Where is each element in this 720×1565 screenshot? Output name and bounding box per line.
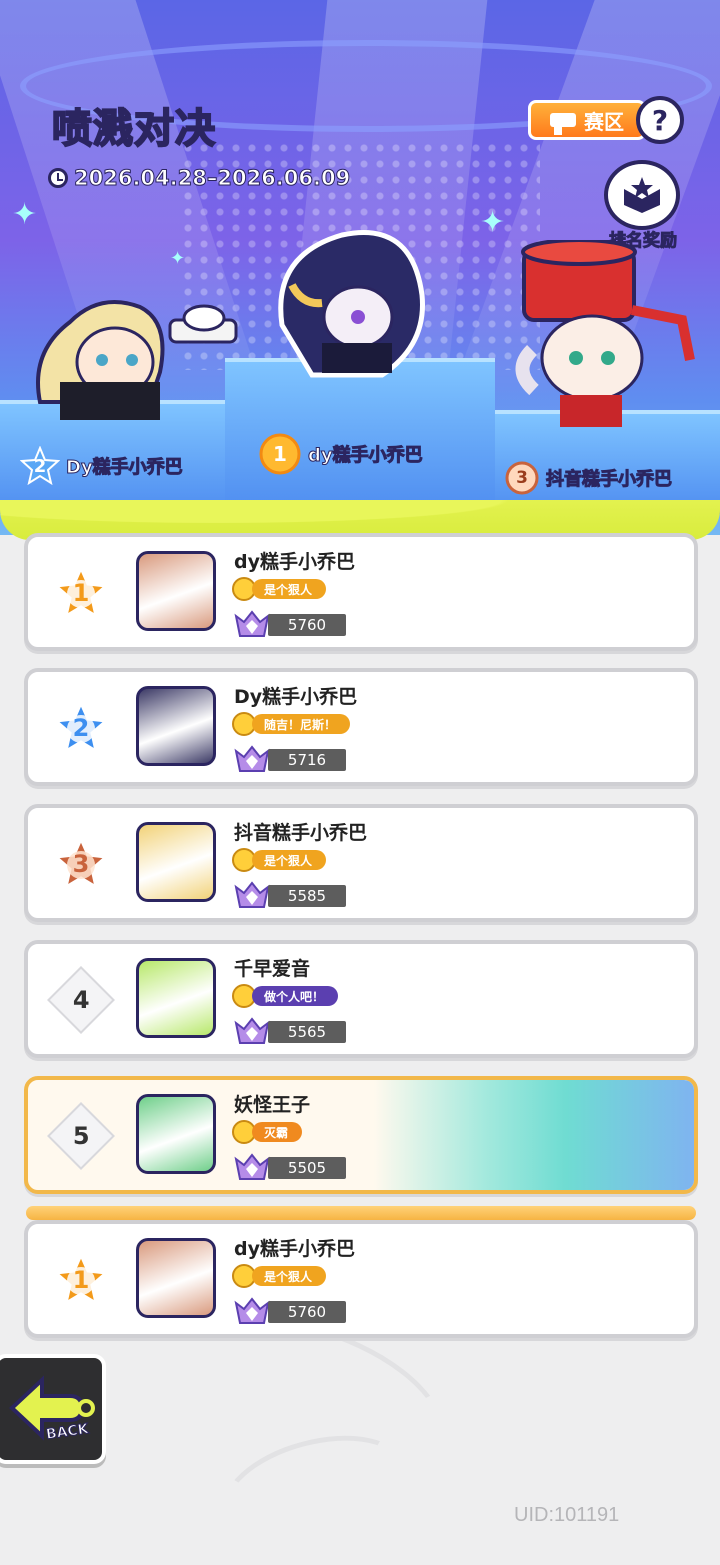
leaderboard-row[interactable]: 1 dy糕手小乔巴是个狠人 5760 — [24, 1220, 698, 1338]
rank-tier-emblem-icon — [232, 1017, 272, 1047]
user-id: UID:101191 — [514, 1504, 620, 1526]
rank-3-badge: 3 — [504, 460, 540, 496]
rank-tier-emblem-icon — [232, 610, 272, 640]
podium-name-third[interactable]: 3 抖音糕手小乔巴 — [504, 460, 673, 496]
rank-badge: 3 — [50, 836, 112, 892]
rank-reward-button[interactable]: 排名奖励 — [598, 160, 688, 252]
event-date: 2026.04.28–2026.06.09 — [48, 166, 351, 191]
player-name: 千早爱音 — [234, 958, 311, 980]
event-title-rest: 对决 — [133, 105, 216, 153]
podium-character-third[interactable] — [512, 238, 702, 430]
player-name: 妖怪王子 — [234, 1094, 311, 1116]
leaderboard-screen: ✦ ✦ ✦ ✦ 喷溅对决 2026.04.28–2026.06.09 赛区 ? … — [0, 0, 720, 1565]
player-title-text: 是个狠人 — [252, 579, 327, 599]
back-button[interactable]: BACK — [0, 1354, 106, 1464]
rank-number: 1 — [72, 579, 90, 607]
rank-number: 4 — [72, 985, 90, 1014]
player-title-badge: 是个狠人 — [232, 1264, 327, 1288]
player-title-text: 灭霸 — [252, 1122, 303, 1142]
rank-badge: 2 — [50, 700, 112, 756]
player-title-badge: 是个狠人 — [232, 577, 327, 601]
leaderboard-row[interactable]: 2 Dy糕手小乔巴随吉！尼斯！ 5716 — [24, 668, 698, 786]
rank-number: 1 — [72, 1266, 90, 1294]
player-title-text: 是个狠人 — [252, 1266, 327, 1286]
leaderboard-row[interactable]: 3 抖音糕手小乔巴是个狠人 5585 — [24, 804, 698, 922]
rank-2-badge: 2 — [20, 446, 60, 486]
podium-stage: ✦ ✦ ✦ ✦ 喷溅对决 2026.04.28–2026.06.09 赛区 ? … — [0, 0, 720, 535]
player-avatar[interactable] — [136, 1238, 216, 1318]
player-title-badge: 灭霸 — [232, 1120, 303, 1144]
podium-name-first[interactable]: 1 dy糕手小乔巴 — [258, 432, 423, 476]
player-name: dy糕手小乔巴 — [234, 1238, 355, 1260]
player-avatar[interactable] — [136, 686, 216, 766]
player-score: 5585 — [268, 885, 346, 907]
player-title-badge: 是个狠人 — [232, 848, 327, 872]
player-title-badge: 做个人吧！ — [232, 984, 339, 1008]
rank-number: 2 — [72, 714, 90, 742]
rank-badge: 1 — [50, 1252, 112, 1308]
player-score: 5565 — [268, 1021, 346, 1043]
player-avatar[interactable] — [136, 958, 216, 1038]
rank-tier-emblem-icon — [232, 1297, 272, 1327]
podium-character-second[interactable] — [20, 262, 240, 422]
rank-badge: 5 — [47, 1102, 115, 1170]
event-title-highlight: 喷溅 — [51, 105, 134, 153]
rank-tier-emblem-icon — [232, 881, 272, 911]
rank-1-badge: 1 — [258, 432, 302, 476]
event-title: 喷溅对决 — [51, 96, 216, 154]
player-title-badge: 随吉！尼斯！ — [232, 712, 351, 736]
score-line: 5716 — [232, 745, 346, 775]
region-button[interactable]: 赛区 — [528, 100, 646, 140]
player-avatar[interactable] — [136, 1094, 216, 1174]
player-name: Dy糕手小乔巴 — [234, 686, 358, 708]
reward-box-icon — [604, 160, 680, 230]
leaderboard-row[interactable]: 5 妖怪王子灭霸 5505 — [24, 1076, 698, 1194]
player-title-text: 做个人吧！ — [252, 986, 339, 1006]
region-label: 赛区 — [584, 109, 624, 134]
rank-badge: 1 — [50, 565, 112, 621]
score-line: 5505 — [232, 1153, 346, 1183]
player-title-text: 随吉！尼斯！ — [252, 714, 351, 734]
rank-number: 3 — [72, 850, 90, 878]
sparkle-icon: ✦ — [480, 205, 506, 240]
rank-tier-emblem-icon — [232, 1153, 272, 1183]
score-line: 5760 — [232, 1297, 346, 1327]
player-avatar[interactable] — [136, 822, 216, 902]
my-rank-separator — [26, 1206, 696, 1220]
score-line: 5760 — [232, 610, 346, 640]
player-name: 抖音糕手小乔巴 — [234, 822, 368, 844]
score-line: 5565 — [232, 1017, 346, 1047]
leaderboard-row[interactable]: 4 千早爱音做个人吧！ 5565 — [24, 940, 698, 1058]
player-name: dy糕手小乔巴 — [234, 551, 355, 573]
gun-skin-showcase — [374, 1080, 694, 1190]
help-button[interactable]: ? — [636, 96, 684, 144]
question-mark-icon: ? — [651, 103, 669, 137]
event-date-text: 2026.04.28–2026.06.09 — [73, 166, 351, 191]
sparkle-icon: ✦ — [12, 197, 38, 232]
leaderboard-row[interactable]: 1 dy糕手小乔巴是个狠人 5760 — [24, 533, 698, 651]
player-score: 5760 — [268, 1301, 346, 1323]
podium-name-second[interactable]: 2 Dy糕手小乔巴 — [20, 446, 183, 486]
player-avatar[interactable] — [136, 551, 216, 631]
back-arrow-icon — [9, 1375, 95, 1441]
player-score: 5716 — [268, 749, 346, 771]
rank-tier-emblem-icon — [232, 745, 272, 775]
score-line: 5585 — [232, 881, 346, 911]
clock-icon — [48, 168, 68, 188]
rank-number: 5 — [72, 1121, 90, 1150]
podium-character-first[interactable] — [262, 225, 442, 385]
rank-badge: 4 — [47, 966, 115, 1034]
player-title-text: 是个狠人 — [252, 850, 327, 870]
water-gun-icon — [550, 113, 576, 135]
player-score: 5505 — [268, 1157, 346, 1179]
player-score: 5760 — [268, 614, 346, 636]
